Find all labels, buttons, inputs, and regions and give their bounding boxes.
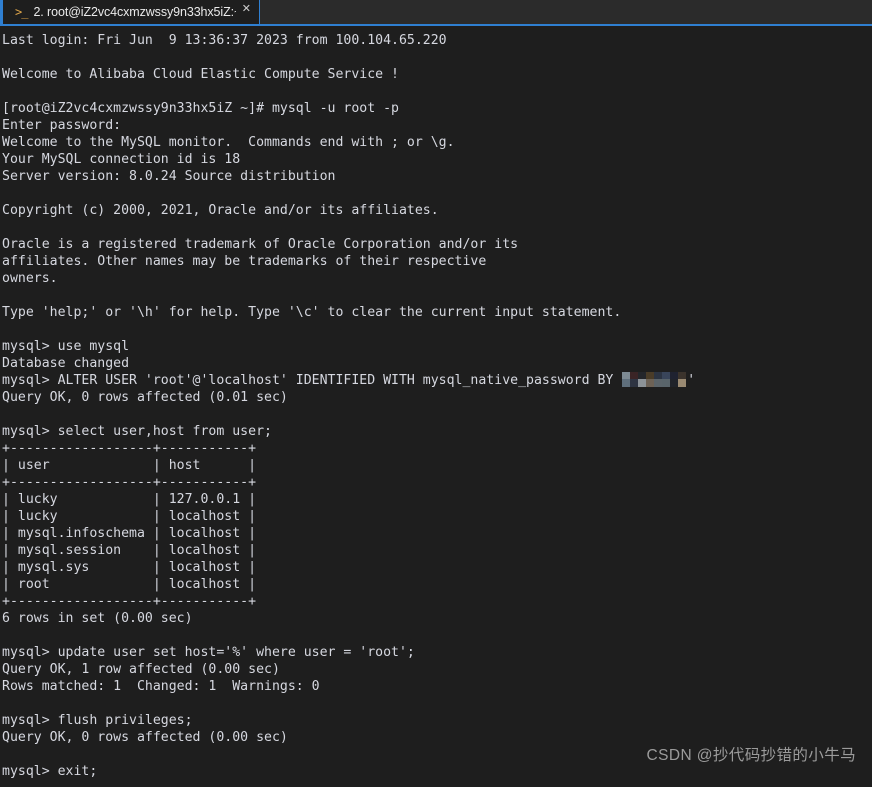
terminal-line: [root@iZ2vc4cxmzwssy9n33hx5iZ ~]# mysql … <box>2 101 399 116</box>
terminal-line: Oracle is a registered trademark of Orac… <box>2 237 519 252</box>
terminal-line-alter-user: mysql> ALTER USER 'root'@'localhost' IDE… <box>2 372 872 389</box>
terminal-line: Your MySQL connection id is 18 <box>2 152 241 167</box>
terminal-line: affiliates. Other names may be trademark… <box>2 254 487 269</box>
terminal-line: +------------------+-----------+ <box>2 441 257 456</box>
terminal-line: | root | localhost | <box>2 577 257 592</box>
terminal-lines-bottom: Query OK, 0 rows affected (0.01 sec) mys… <box>2 389 872 780</box>
terminal-line: mysql> update user set host='%' where us… <box>2 645 415 660</box>
terminal-line: | lucky | 127.0.0.1 | <box>2 492 257 507</box>
terminal-line: 6 rows in set (0.00 sec) <box>2 611 193 626</box>
terminal-line: Welcome to the MySQL monitor. Commands e… <box>2 135 455 150</box>
terminal-line: Type 'help;' or '\h' for help. Type '\c'… <box>2 305 622 320</box>
terminal-line: mysql> exit; <box>2 764 98 779</box>
terminal-line: Database changed <box>2 356 130 371</box>
terminal-line: Query OK, 1 row affected (0.00 sec) <box>2 662 280 677</box>
terminal-line: +------------------+-----------+ <box>2 475 257 490</box>
terminal-window: >_ 2. root@iZ2vc4cxmzwssy9n33hx5iZ:~ ✕ L… <box>0 0 872 787</box>
terminal-lines-top: Last login: Fri Jun 9 13:36:37 2023 from… <box>2 32 872 372</box>
terminal-line: Query OK, 0 rows affected (0.01 sec) <box>2 390 288 405</box>
tab-bar-empty-area <box>260 0 872 24</box>
terminal-line: Query OK, 0 rows affected (0.00 sec) <box>2 730 288 745</box>
terminal-line: owners. <box>2 271 58 286</box>
terminal-line: | mysql.session | localhost | <box>2 543 257 558</box>
tab-active-session[interactable]: >_ 2. root@iZ2vc4cxmzwssy9n33hx5iZ:~ ✕ <box>0 0 260 24</box>
tab-title: 2. root@iZ2vc4cxmzwssy9n33hx5iZ:~ <box>33 5 236 19</box>
terminal-prompt-icon: >_ <box>15 5 28 19</box>
alter-user-suffix: ' <box>687 373 696 388</box>
terminal-output[interactable]: Last login: Fri Jun 9 13:36:37 2023 from… <box>0 26 872 787</box>
terminal-line: Rows matched: 1 Changed: 1 Warnings: 0 <box>2 679 320 694</box>
terminal-line: mysql> use mysql <box>2 339 130 354</box>
redacted-password-block <box>622 372 687 387</box>
terminal-line: mysql> select user,host from user; <box>2 424 272 439</box>
terminal-line: +------------------+-----------+ <box>2 594 257 609</box>
terminal-line: mysql> flush privileges; <box>2 713 193 728</box>
terminal-line: Copyright (c) 2000, 2021, Oracle and/or … <box>2 203 439 218</box>
terminal-line: | mysql.sys | localhost | <box>2 560 257 575</box>
terminal-line: Server version: 8.0.24 Source distributi… <box>2 169 336 184</box>
alter-user-prefix: mysql> ALTER USER 'root'@'localhost' IDE… <box>2 373 622 388</box>
terminal-line: Welcome to Alibaba Cloud Elastic Compute… <box>2 67 399 82</box>
terminal-line: | mysql.infoschema | localhost | <box>2 526 257 541</box>
terminal-line: Last login: Fri Jun 9 13:36:37 2023 from… <box>2 33 447 48</box>
tab-bar: >_ 2. root@iZ2vc4cxmzwssy9n33hx5iZ:~ ✕ <box>0 0 872 26</box>
terminal-line: Enter password: <box>2 118 122 133</box>
close-icon[interactable]: ✕ <box>242 4 251 15</box>
terminal-line: | lucky | localhost | <box>2 509 257 524</box>
terminal-line: | user | host | <box>2 458 257 473</box>
